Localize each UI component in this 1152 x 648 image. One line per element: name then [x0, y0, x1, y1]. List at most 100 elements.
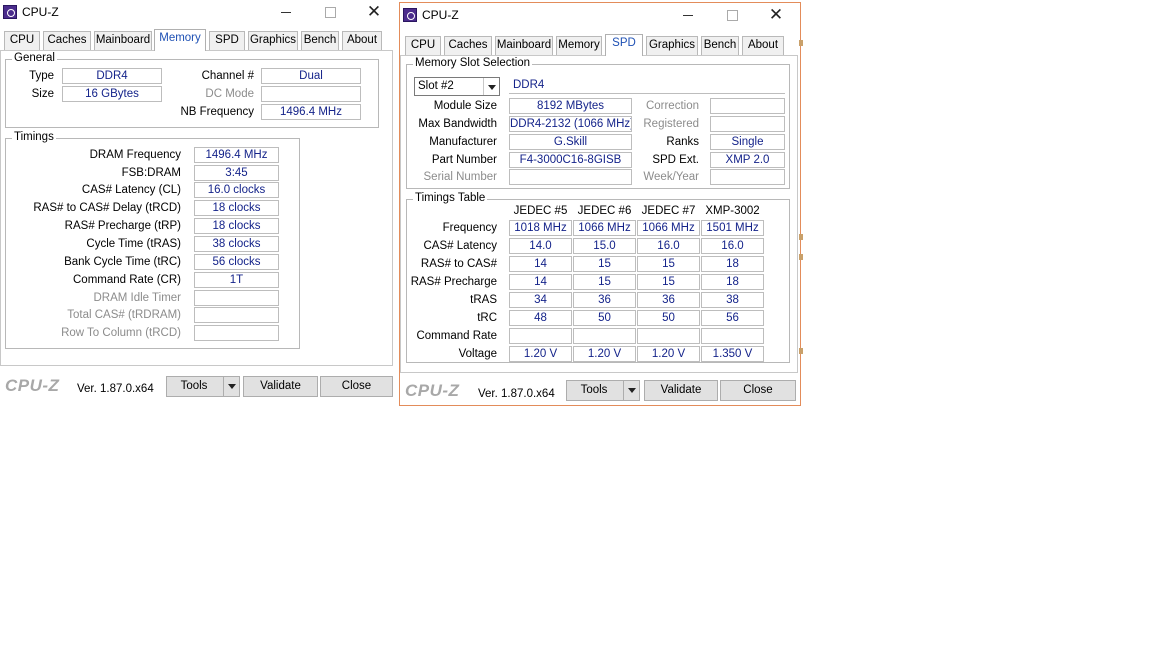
window-title: CPU-Z: [422, 8, 459, 22]
window-title: CPU-Z: [22, 5, 59, 19]
column-header: XMP-3002: [705, 205, 760, 217]
tab-mainboard[interactable]: Mainboard: [94, 31, 152, 50]
timing-value: 1T: [194, 272, 279, 288]
close-window-button[interactable]: ✕: [754, 3, 798, 27]
minimize-button[interactable]: [666, 3, 710, 27]
slot-select[interactable]: Slot #2: [414, 77, 500, 96]
spd-panel: Memory Slot Selection Slot #2 DDR4 Modul…: [400, 55, 798, 373]
registered-label: Registered: [643, 118, 699, 130]
tab-cpu[interactable]: CPU: [405, 36, 441, 55]
version-label: Ver. 1.87.0.x64: [77, 383, 154, 395]
spd-ext-value: XMP 2.0: [710, 152, 785, 168]
tools-label: Tools: [180, 380, 208, 392]
table-cell: 36: [573, 292, 636, 308]
tab-bench[interactable]: Bench: [301, 31, 339, 50]
table-cell: 48: [509, 310, 572, 326]
timing-label: Total CAS# (tRDRAM): [67, 309, 181, 321]
timing-value: 16.0 clocks: [194, 182, 279, 198]
table-cell: 1501 MHz: [701, 220, 764, 236]
timing-value: 18 clocks: [194, 218, 279, 234]
chevron-down-icon[interactable]: [623, 381, 639, 400]
table-cell: 50: [637, 310, 700, 326]
serial-number-label: Serial Number: [423, 171, 498, 183]
cpuz-brand-logo: CPU-Z: [5, 376, 60, 395]
tab-mainboard[interactable]: Mainboard: [495, 36, 553, 55]
tab-spd[interactable]: SPD: [605, 34, 643, 56]
table-row-label: Command Rate: [416, 330, 497, 342]
part-number-value: F4-3000C16-8GISB: [509, 152, 632, 168]
tab-cpu[interactable]: CPU: [4, 31, 40, 50]
table-cell: 1066 MHz: [637, 220, 700, 236]
tab-memory[interactable]: Memory: [154, 29, 206, 51]
table-cell: 34: [509, 292, 572, 308]
timing-value: [194, 325, 279, 341]
maximize-button[interactable]: [710, 3, 754, 27]
tab-about[interactable]: About: [742, 36, 784, 55]
column-header: JEDEC #7: [641, 205, 696, 217]
table-cell: 15.0: [573, 238, 636, 254]
correction-label: Correction: [645, 100, 699, 112]
maximize-button[interactable]: [308, 0, 352, 24]
timing-label: RAS# to CAS# Delay (tRCD): [33, 202, 181, 214]
tab-memory[interactable]: Memory: [556, 36, 602, 55]
table-row-label: Frequency: [442, 222, 497, 234]
max-bandwidth-label: Max Bandwidth: [418, 118, 497, 130]
table-cell: 15: [573, 256, 636, 272]
memory-type-value: DDR4: [62, 68, 162, 84]
memory-panel: General Type DDR4 Size 16 GBytes Channel…: [0, 50, 393, 366]
table-row-label: RAS# to CAS#: [420, 258, 497, 270]
cpuz-app-icon: [3, 5, 17, 19]
table-cell: 16.0: [701, 238, 764, 254]
general-group: General Type DDR4 Size 16 GBytes Channel…: [5, 52, 379, 128]
tab-bench[interactable]: Bench: [701, 36, 739, 55]
tab-caches[interactable]: Caches: [43, 31, 91, 50]
table-cell: 1.20 V: [637, 346, 700, 362]
chevron-down-icon[interactable]: [223, 377, 239, 396]
tools-button[interactable]: Tools: [566, 380, 640, 401]
table-row-label: RAS# Precharge: [410, 276, 497, 288]
timing-label: Command Rate (CR): [73, 274, 181, 286]
validate-button[interactable]: Validate: [644, 380, 718, 401]
table-cell: 1.20 V: [573, 346, 636, 362]
timings-group: Timings DRAM Frequency 1496.4 MHz FSB:DR…: [5, 131, 300, 349]
table-cell: 1066 MHz: [573, 220, 636, 236]
tab-graphics[interactable]: Graphics: [248, 31, 298, 50]
channel-label: Channel #: [201, 70, 254, 82]
memory-size-value: 16 GBytes: [62, 86, 162, 102]
table-cell: 50: [573, 310, 636, 326]
timing-label: Cycle Time (tRAS): [86, 238, 181, 250]
tab-graphics[interactable]: Graphics: [646, 36, 698, 55]
timing-value: 18 clocks: [194, 200, 279, 216]
version-label: Ver. 1.87.0.x64: [478, 388, 555, 400]
table-cell: 36: [637, 292, 700, 308]
tab-strip: CPU Caches Mainboard Memory SPD Graphics…: [2, 29, 394, 51]
ranks-value: Single: [710, 134, 785, 150]
slot-selection-legend: Memory Slot Selection: [413, 57, 533, 69]
title-bar[interactable]: CPU-Z ✕: [400, 3, 800, 29]
tools-button[interactable]: Tools: [166, 376, 240, 397]
title-bar[interactable]: CPU-Z ✕: [0, 0, 396, 26]
manufacturer-value: G.Skill: [509, 134, 632, 150]
cpuz-brand-logo: CPU-Z: [405, 381, 460, 400]
tab-about[interactable]: About: [342, 31, 382, 50]
close-button[interactable]: Close: [320, 376, 393, 397]
validate-button[interactable]: Validate: [243, 376, 318, 397]
tab-spd[interactable]: SPD: [209, 31, 245, 50]
close-window-button[interactable]: ✕: [352, 0, 396, 24]
table-cell: [637, 328, 700, 344]
module-size-value: 8192 MBytes: [509, 98, 632, 114]
minimize-button[interactable]: [264, 0, 308, 24]
column-header: JEDEC #6: [577, 205, 632, 217]
chevron-down-icon[interactable]: [483, 78, 499, 95]
table-cell: 15: [637, 256, 700, 272]
background-window-edge: [799, 40, 803, 46]
close-button[interactable]: Close: [720, 380, 796, 401]
footer-bar: CPU-Z Ver. 1.87.0.x64 Tools Validate Clo…: [400, 377, 800, 405]
general-legend: General: [12, 52, 57, 64]
timing-value: 3:45: [194, 165, 279, 181]
week-year-value: [710, 169, 785, 185]
table-row-label: tRAS: [470, 294, 497, 306]
table-cell: 15: [637, 274, 700, 290]
tab-caches[interactable]: Caches: [444, 36, 492, 55]
max-bandwidth-value: DDR4-2132 (1066 MHz): [509, 116, 632, 132]
